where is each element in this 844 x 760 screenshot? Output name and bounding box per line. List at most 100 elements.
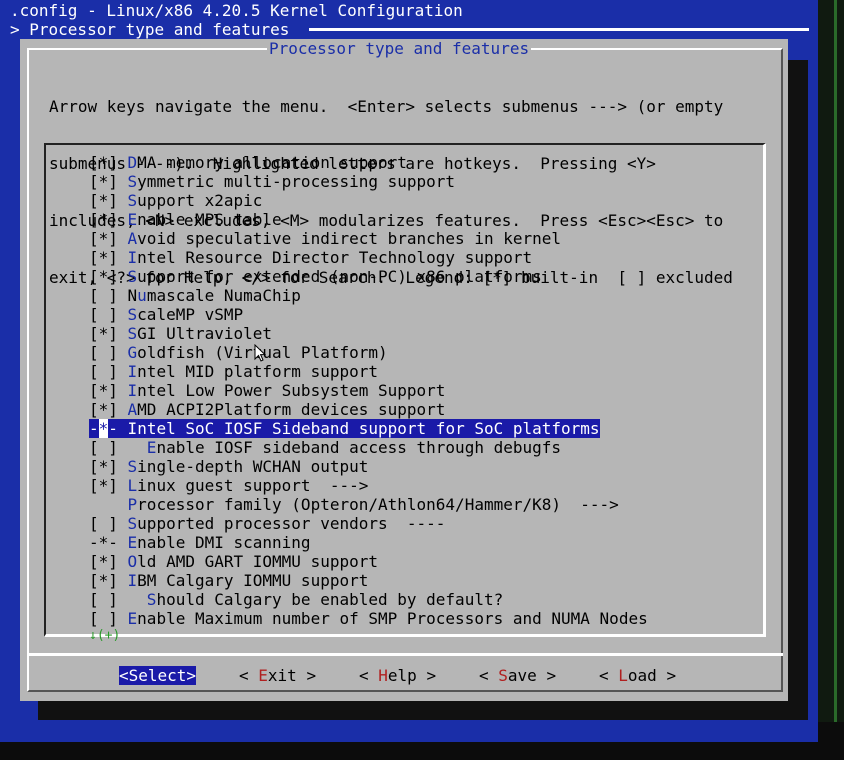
mouse-pointer-icon	[254, 344, 266, 362]
menu-item[interactable]: [ ] Supported processor vendors ----	[89, 514, 648, 533]
menu-item[interactable]: [*] Symmetric multi-processing support	[89, 172, 648, 191]
exit-button-hotkey: E	[258, 666, 268, 685]
menu-item[interactable]: [*] IBM Calgary IOMMU support	[89, 571, 648, 590]
menu-item-hotkey: S	[127, 324, 138, 343]
menu-item-hotkey: I	[127, 362, 138, 381]
menu-item[interactable]: [*] Support for extended (non-PC) x86 pl…	[89, 267, 648, 286]
menu-item[interactable]: [ ] ScaleMP vSMP	[89, 305, 648, 324]
menu-item[interactable]: [ ] Enable IOSF sideband access through …	[89, 438, 648, 457]
menu-item[interactable]: [*] Enable MPS table	[89, 210, 648, 229]
select-button[interactable]: <Select>	[119, 666, 197, 685]
menu-item-label: ntel Resource Director Technology suppor…	[137, 248, 533, 267]
menu-item-label: ntel SoC IOSF Sideband support for SoC p…	[137, 419, 600, 438]
menu-item-prefix: [*]	[89, 248, 128, 267]
menu-item[interactable]: [*] AMD ACPI2Platform devices support	[89, 400, 648, 419]
menu-item[interactable]: [*] Intel Low Power Subsystem Support	[89, 381, 648, 400]
menu-item-label: nable IOSF sideband access through debug…	[156, 438, 562, 457]
menu-item-label: BM Calgary IOMMU support	[137, 571, 369, 590]
menu-item-hotkey: A	[127, 229, 138, 248]
save-button[interactable]: < Save >	[479, 666, 556, 685]
help-button-pre: <	[359, 666, 379, 685]
menu-item-label: upported processor vendors ----	[137, 514, 446, 533]
menu-item-prefix: [ ]	[89, 590, 147, 609]
menu-item-prefix: [*]	[89, 324, 128, 343]
save-button-rest: ave >	[507, 666, 557, 685]
load-button-rest: oad >	[627, 666, 677, 685]
cursor-icon: *	[98, 419, 109, 438]
background-terminal	[816, 0, 844, 760]
breadcrumb: > Processor type and features	[10, 20, 290, 39]
menu-item[interactable]: [*] Linux guest support --->	[89, 476, 648, 495]
menu-item-hotkey: O	[127, 552, 138, 571]
menu-item-label: ntel Low Power Subsystem Support	[137, 381, 446, 400]
menu-item-label: upport x2apic	[137, 191, 263, 210]
menu-item[interactable]: -*- Enable DMI scanning	[89, 533, 648, 552]
menu-item-hotkey: A	[127, 400, 138, 419]
menu-item-hotkey: S	[127, 267, 138, 286]
menu-item[interactable]: -*- Intel SoC IOSF Sideband support for …	[89, 419, 600, 438]
menu-item[interactable]: [ ] Enable Maximum number of SMP Process…	[89, 609, 648, 628]
menu-item-label: MA memory allocation support	[137, 153, 407, 172]
menu-item-prefix: [*]	[89, 552, 128, 571]
exit-button-rest: xit >	[267, 666, 317, 685]
load-button-pre: <	[599, 666, 619, 685]
menu-item[interactable]: Processor family (Opteron/Athlon64/Hamme…	[89, 495, 648, 514]
menu-item-hotkey: S	[127, 172, 138, 191]
menu-item-prefix: [*]	[89, 381, 128, 400]
terminal-window[interactable]: .config - Linux/x86 4.20.5 Kernel Config…	[0, 0, 818, 742]
menu-item[interactable]: [*] Old AMD GART IOMMU support	[89, 552, 648, 571]
menu-item[interactable]: [ ] Should Calgary be enabled by default…	[89, 590, 648, 609]
help-button-rest: elp >	[387, 666, 437, 685]
menu-item-hotkey: S	[146, 590, 157, 609]
menu-item-label: nable DMI scanning	[137, 533, 311, 552]
menu-item-label: nable Maximum number of SMP Processors a…	[137, 609, 648, 628]
menu-item-hotkey: E	[127, 210, 138, 229]
help-button-hotkey: H	[378, 666, 388, 685]
menu-item-hotkey: E	[127, 609, 138, 628]
menu-item[interactable]: [*] Support x2apic	[89, 191, 648, 210]
menu-item-label: upport for extended (non-PC) x86 platfor…	[137, 267, 542, 286]
menu-item-prefix: [*]	[89, 210, 128, 229]
menu-item-prefix: [*]	[89, 191, 128, 210]
menu-item-label: caleMP vSMP	[137, 305, 244, 324]
menu-item-hotkey: S	[127, 305, 138, 324]
menu-item-label: inux guest support --->	[137, 476, 369, 495]
menu-item-label: nable MPS table	[137, 210, 282, 229]
menu-item[interactable]: [*] Avoid speculative indirect branches …	[89, 229, 648, 248]
menu-item[interactable]: [ ] Goldfish (Virtual Platform)	[89, 343, 648, 362]
menu-item-prefix: [*]	[89, 457, 128, 476]
load-button-hotkey: L	[618, 666, 628, 685]
menu-list[interactable]: [*] DMA memory allocation support [*] Sym…	[89, 153, 648, 628]
menu-item-hotkey: S	[127, 191, 138, 210]
menu-item-prefix: [ ]	[89, 514, 128, 533]
menu-item-prefix: [*]	[89, 571, 128, 590]
button-bar: <Select> < Exit > < Help > < Save > < Lo…	[20, 666, 788, 686]
load-button[interactable]: < Load >	[599, 666, 676, 685]
menu-item-hotkey: I	[127, 419, 138, 438]
menu-item-prefix: [*]	[89, 229, 128, 248]
menu-item[interactable]: [*] SGI Ultraviolet	[89, 324, 648, 343]
menu-item-label: void speculative indirect branches in ke…	[137, 229, 562, 248]
menu-item-label: MD ACPI2Platform devices support	[137, 400, 446, 419]
exit-button[interactable]: < Exit >	[239, 666, 316, 685]
menu-item[interactable]: [*] DMA memory allocation support	[89, 153, 648, 172]
menu-item[interactable]: [*] Single-depth WCHAN output	[89, 457, 648, 476]
menu-item[interactable]: [ ] Intel MID platform support	[89, 362, 648, 381]
menu-item-hotkey: S	[127, 457, 138, 476]
menu-item-prefix: [*]	[89, 476, 128, 495]
breadcrumb-rule	[309, 28, 809, 31]
menu-item-hotkey: I	[127, 381, 138, 400]
exit-button-pre: <	[239, 666, 259, 685]
menu-item-hotkey: G	[127, 343, 138, 362]
menu-item-prefix: [*]	[89, 172, 128, 191]
menu-item-prefix: -*-	[89, 419, 128, 438]
menu-item-prefix: [ ]	[89, 343, 128, 362]
help-line: Arrow keys navigate the menu. <Enter> se…	[49, 97, 724, 116]
menu-item-prefix: [ ]	[89, 305, 128, 324]
window-title: .config - Linux/x86 4.20.5 Kernel Config…	[10, 1, 463, 20]
menu-item[interactable]: [*] Intel Resource Director Technology s…	[89, 248, 648, 267]
menuconfig-dialog: Processor type and features Arrow keys n…	[20, 39, 788, 701]
help-button[interactable]: < Help >	[359, 666, 436, 685]
menu-item[interactable]: [ ] Numascale NumaChip	[89, 286, 648, 305]
menu-item-label: GI Ultraviolet	[137, 324, 273, 343]
